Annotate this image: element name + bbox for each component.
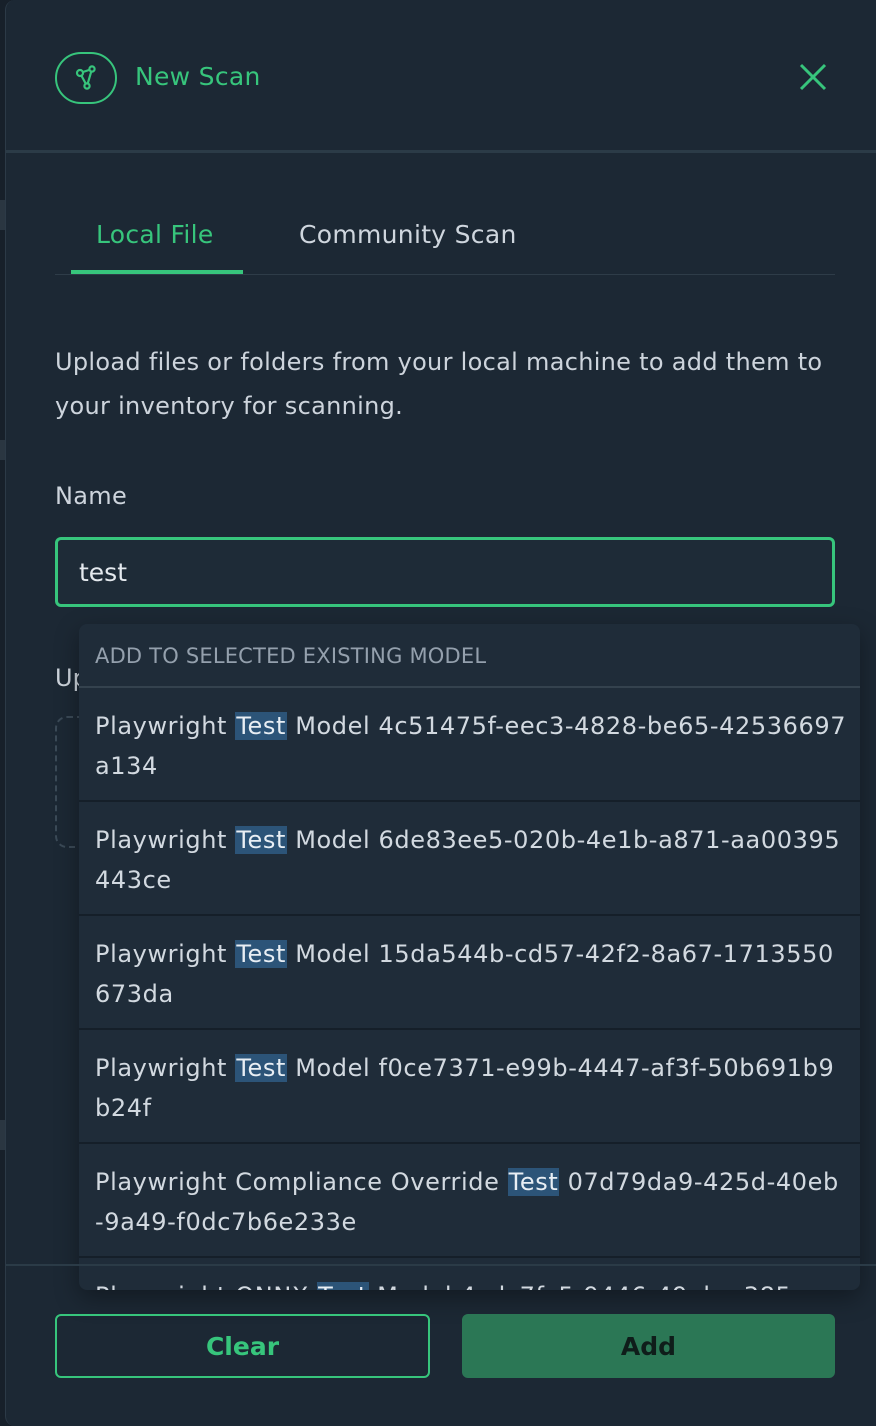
option-match-highlight: Test xyxy=(235,712,287,740)
option-text-before: Playwright xyxy=(95,826,236,854)
option-match-highlight: Test xyxy=(235,826,287,854)
model-option[interactable]: Playwright Test Model f0ce7371-e99b-4447… xyxy=(79,1030,860,1144)
scan-source-tabs: Local File Community Scan xyxy=(55,200,835,276)
name-input[interactable] xyxy=(55,537,835,607)
add-button[interactable]: Add xyxy=(462,1314,835,1378)
option-match-highlight: Test xyxy=(507,1168,560,1196)
model-option[interactable]: Playwright Test Model 15da544b-cd57-42f2… xyxy=(79,916,860,1030)
option-match-highlight: Test xyxy=(317,1282,369,1290)
close-icon xyxy=(799,63,827,91)
option-match-highlight: Test xyxy=(235,1054,287,1082)
option-text-before: Playwright xyxy=(95,712,236,740)
dialog-header: New Scan xyxy=(6,0,876,150)
clear-button[interactable]: Clear xyxy=(55,1314,430,1378)
tab-local-file[interactable]: Local File xyxy=(96,220,214,249)
dropdown-options: Playwright Test Model 4c51475f-eec3-4828… xyxy=(79,688,860,1290)
active-tab-indicator xyxy=(71,270,243,274)
dropdown-header: ADD TO SELECTED EXISTING MODEL xyxy=(79,624,860,688)
footer-divider xyxy=(6,1264,876,1266)
new-scan-dialog: New Scan Local File Community Scan Uploa… xyxy=(5,0,876,1426)
model-option[interactable]: Playwright Test Model 6de83ee5-020b-4e1b… xyxy=(79,802,860,916)
option-text-after: Model 4cdc7fc5-9446-49eb-a385 xyxy=(369,1282,792,1290)
model-option[interactable]: Playwright Test Model 4c51475f-eec3-4828… xyxy=(79,688,860,802)
option-text-before: Playwright Compliance Override xyxy=(95,1168,508,1196)
model-option[interactable]: Playwright Compliance Override Test 07d7… xyxy=(79,1144,860,1258)
existing-model-dropdown: ADD TO SELECTED EXISTING MODEL Playwrigh… xyxy=(79,624,860,1290)
option-match-highlight: Test xyxy=(235,940,287,968)
name-label: Name xyxy=(55,482,128,510)
header-divider xyxy=(6,150,876,153)
model-option[interactable]: Playwright ONNX Test Model 4cdc7fc5-9446… xyxy=(79,1258,860,1290)
dialog-title: New Scan xyxy=(135,62,261,91)
local-file-description: Upload files or folders from your local … xyxy=(55,348,823,420)
tab-community-scan[interactable]: Community Scan xyxy=(299,220,517,249)
option-text-before: Playwright xyxy=(95,940,236,968)
network-nodes-icon xyxy=(55,52,117,104)
tabs-baseline xyxy=(55,274,835,275)
option-text-before: Playwright xyxy=(95,1054,236,1082)
option-text-before: Playwright ONNX xyxy=(95,1282,317,1290)
close-button[interactable] xyxy=(794,58,832,96)
